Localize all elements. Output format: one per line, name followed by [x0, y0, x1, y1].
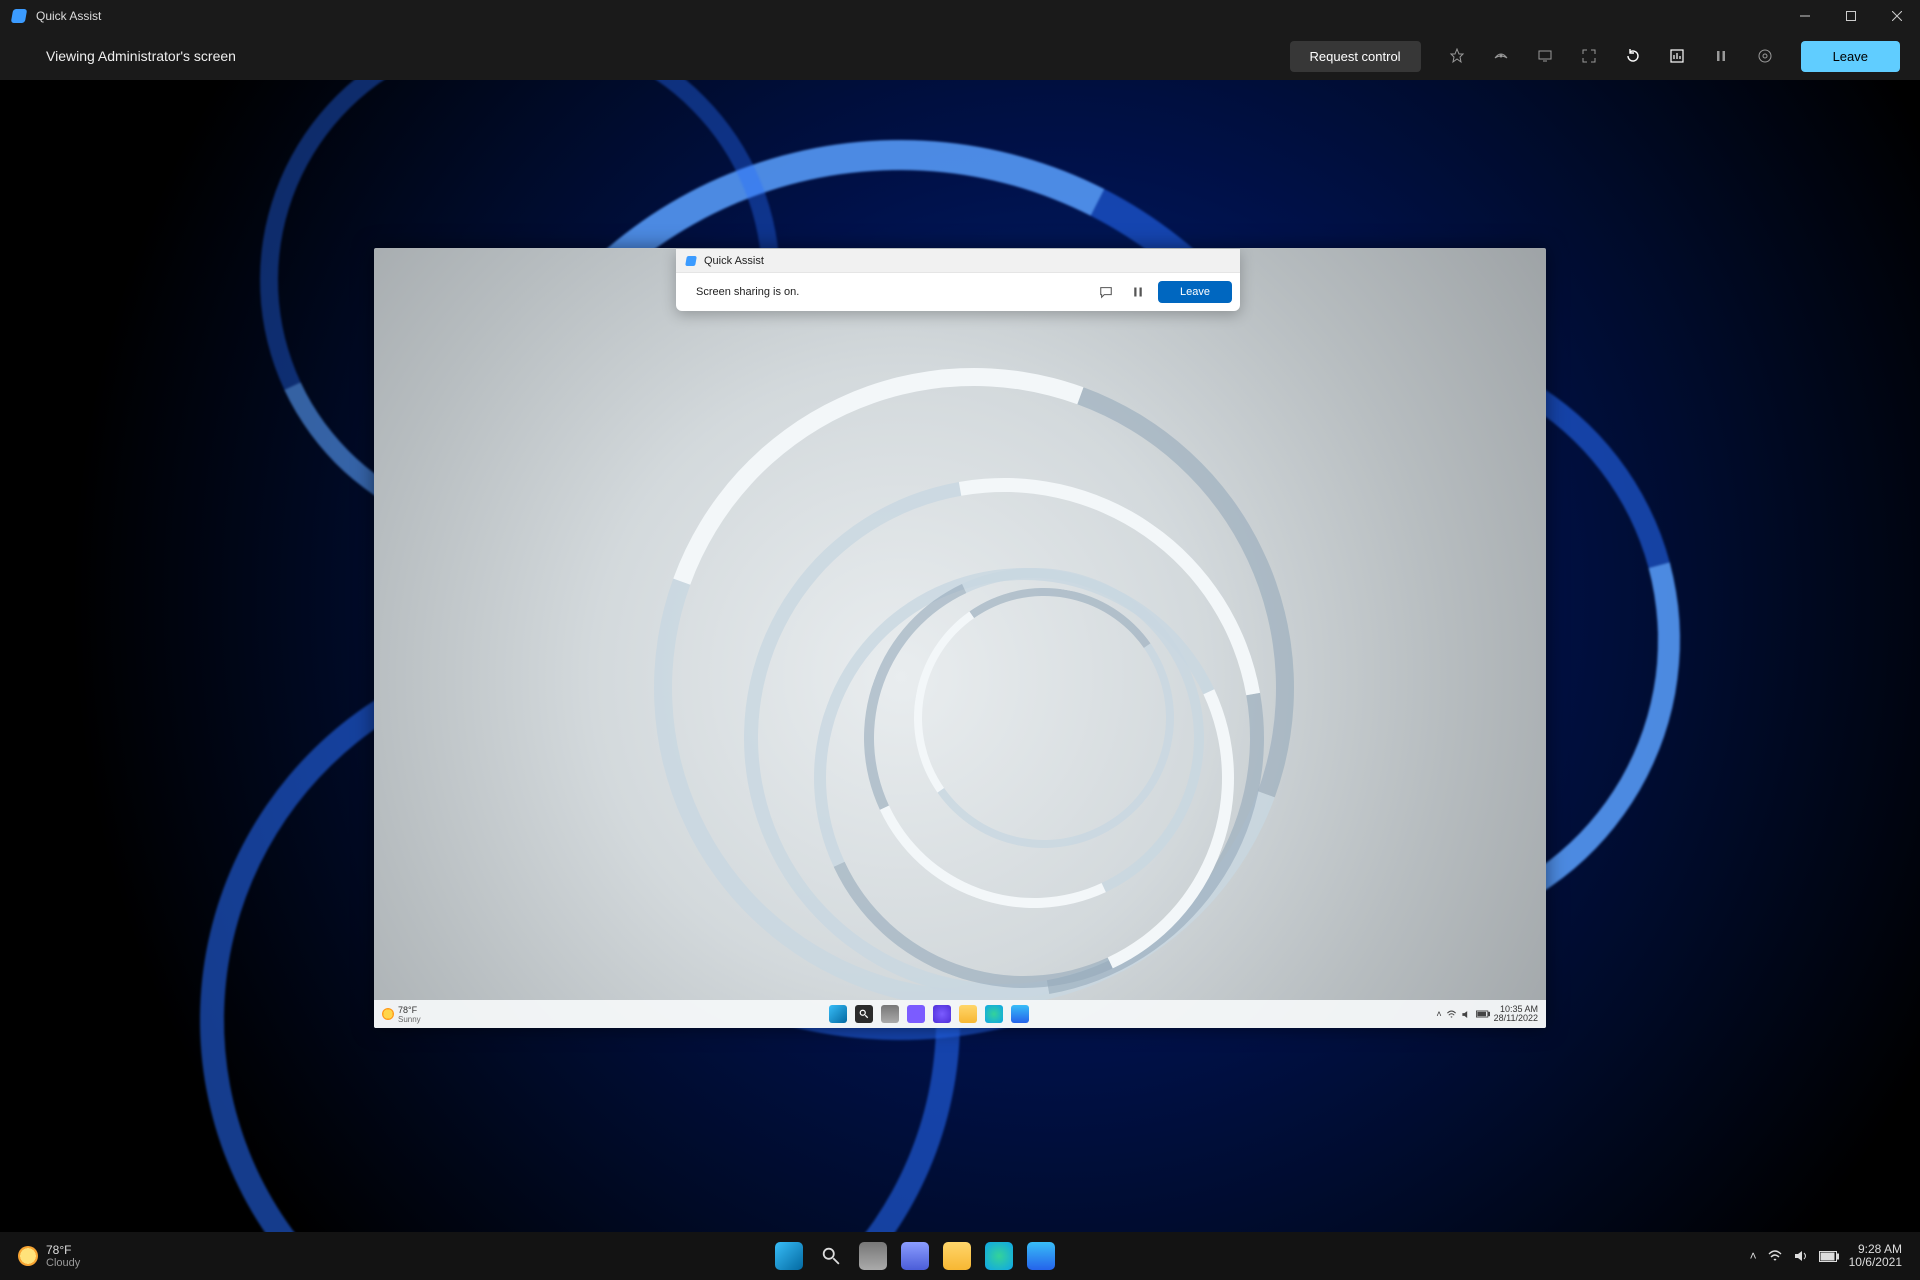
remote-weather-temp: 78°F: [398, 1005, 421, 1015]
remote-taskbar: 78°F Sunny ˄: [374, 1000, 1546, 1028]
taskbar-center: [775, 1242, 1055, 1270]
store-icon[interactable]: [1027, 1242, 1055, 1270]
settings-icon[interactable]: [1745, 39, 1785, 73]
system-tray[interactable]: ˄ 9:28 AM 10/6/2021: [1750, 1243, 1902, 1269]
battery-icon[interactable]: [1819, 1251, 1839, 1262]
chat-icon[interactable]: [901, 1242, 929, 1270]
wifi-icon[interactable]: [1767, 1248, 1783, 1264]
start-icon[interactable]: [775, 1242, 803, 1270]
sun-icon: [18, 1246, 38, 1266]
edge-icon[interactable]: [985, 1005, 1003, 1023]
volume-icon[interactable]: [1793, 1248, 1809, 1264]
pause-icon[interactable]: [1701, 39, 1741, 73]
search-icon[interactable]: [855, 1005, 873, 1023]
task-view-icon[interactable]: [881, 1005, 899, 1023]
remote-weather-widget[interactable]: 78°F Sunny: [382, 1005, 421, 1024]
weather-temp: 78°F: [46, 1243, 80, 1257]
session-status: Viewing Administrator's screen: [46, 48, 236, 64]
pause-icon[interactable]: [1126, 280, 1150, 304]
search-icon[interactable]: [817, 1242, 845, 1270]
remote-weather-cond: Sunny: [398, 1015, 421, 1024]
request-control-button[interactable]: Request control: [1290, 41, 1421, 72]
actual-size-icon[interactable]: [1569, 39, 1609, 73]
remote-leave-button[interactable]: Leave: [1158, 281, 1232, 303]
laser-pointer-icon[interactable]: [1437, 39, 1477, 73]
host-taskbar: 78°F Cloudy ˄ 9:28 AM 10/6/2021: [0, 1232, 1920, 1280]
chat-icon[interactable]: [1094, 280, 1118, 304]
edge-icon[interactable]: [985, 1242, 1013, 1270]
widgets-icon[interactable]: [907, 1005, 925, 1023]
session-toolbar: Viewing Administrator's screen Request c…: [0, 32, 1920, 80]
annotate-icon[interactable]: [1481, 39, 1521, 73]
chevron-up-icon[interactable]: ˄: [1436, 1009, 1441, 1019]
task-manager-icon[interactable]: [1657, 39, 1697, 73]
close-button[interactable]: [1874, 0, 1920, 32]
volume-icon[interactable]: [1461, 1009, 1472, 1020]
clock-date: 10/6/2021: [1849, 1256, 1902, 1269]
start-icon[interactable]: [829, 1005, 847, 1023]
host-desktop: Quick Assist Screen sharing is on. Leave: [0, 80, 1920, 1232]
sun-icon: [382, 1008, 394, 1020]
wifi-icon[interactable]: [1446, 1009, 1457, 1020]
remote-screen[interactable]: Quick Assist Screen sharing is on. Leave: [374, 248, 1546, 1028]
quick-assist-icon: [685, 256, 697, 266]
remote-clock-date: 28/11/2022: [1494, 1014, 1538, 1023]
chevron-up-icon[interactable]: ˄: [1750, 1249, 1757, 1263]
file-explorer-icon[interactable]: [959, 1005, 977, 1023]
battery-icon[interactable]: [1476, 1010, 1490, 1018]
maximize-button[interactable]: [1828, 0, 1874, 32]
task-view-icon[interactable]: [859, 1242, 887, 1270]
chat-icon[interactable]: [933, 1005, 951, 1023]
restart-icon[interactable]: [1613, 39, 1653, 73]
leave-button[interactable]: Leave: [1801, 41, 1900, 72]
weather-widget[interactable]: 78°F Cloudy: [18, 1243, 80, 1269]
remote-sharing-status: Screen sharing is on.: [696, 286, 799, 298]
store-icon[interactable]: [1011, 1005, 1029, 1023]
remote-quick-assist-popup: Quick Assist Screen sharing is on. Leave: [676, 249, 1240, 311]
file-explorer-icon[interactable]: [943, 1242, 971, 1270]
remote-taskbar-center: [829, 1005, 1029, 1023]
window-titlebar: Quick Assist: [0, 0, 1920, 32]
remote-popup-title: Quick Assist: [704, 255, 764, 267]
weather-cond: Cloudy: [46, 1257, 80, 1269]
remote-system-tray[interactable]: ˄ 10:35 AM 28/11/2022: [1436, 1005, 1538, 1024]
minimize-button[interactable]: [1782, 0, 1828, 32]
quick-assist-icon: [11, 9, 27, 23]
select-monitor-icon[interactable]: [1525, 39, 1565, 73]
app-title: Quick Assist: [36, 9, 101, 23]
